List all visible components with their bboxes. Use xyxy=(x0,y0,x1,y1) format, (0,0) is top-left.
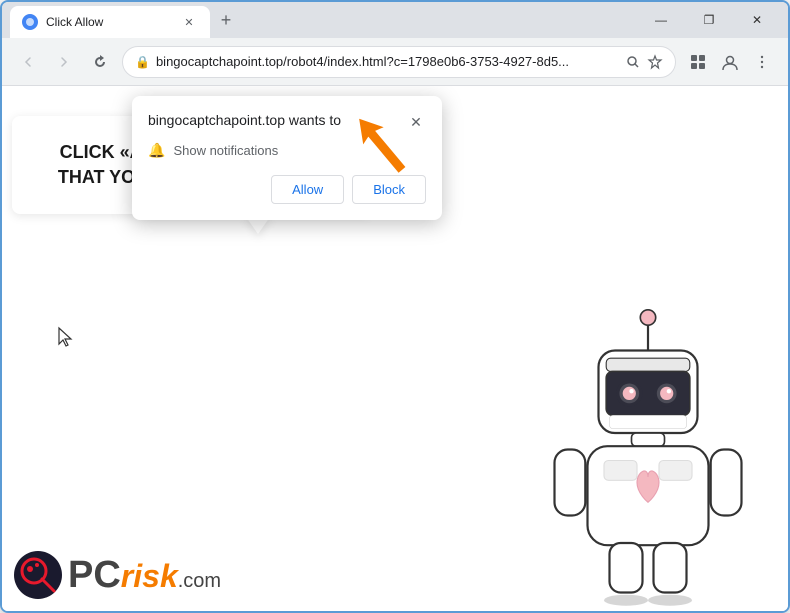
toolbar-icons xyxy=(684,48,776,76)
logo-magnifier xyxy=(12,549,64,601)
url-bar[interactable]: 🔒 bingocaptchapoint.top/robot4/index.htm… xyxy=(122,46,676,78)
forward-button[interactable] xyxy=(50,48,78,76)
robot-illustration xyxy=(538,301,758,601)
browser-window: Click Allow ✕ + — ❐ ✕ 🔒 bingocaptchapoin… xyxy=(0,0,790,613)
close-button[interactable]: ✕ xyxy=(734,2,780,38)
menu-button[interactable] xyxy=(748,48,776,76)
bell-icon: 🔔 xyxy=(148,142,165,159)
back-button[interactable] xyxy=(14,48,42,76)
title-bar: Click Allow ✕ + — ❐ ✕ xyxy=(2,2,788,38)
pcrisk-logo: PC risk .com xyxy=(12,549,221,601)
active-tab[interactable]: Click Allow ✕ xyxy=(10,6,210,38)
tab-area: Click Allow ✕ + xyxy=(10,2,634,38)
risk-text: risk xyxy=(121,558,178,595)
search-icon xyxy=(625,54,641,70)
pcrisk-text: PC risk .com xyxy=(68,554,221,597)
url-text: bingocaptchapoint.top/robot4/index.html?… xyxy=(156,54,619,69)
refresh-button[interactable] xyxy=(86,48,114,76)
tab-close-button[interactable]: ✕ xyxy=(180,13,198,31)
dotcom-text: .com xyxy=(178,570,221,593)
tab-favicon xyxy=(22,14,38,30)
address-bar: 🔒 bingocaptchapoint.top/robot4/index.htm… xyxy=(2,38,788,86)
star-icon xyxy=(647,54,663,70)
page-content: bingocaptchapoint.top wants to ✕ 🔔 Show … xyxy=(2,86,788,611)
minimize-button[interactable]: — xyxy=(638,2,684,38)
url-icons xyxy=(625,54,663,70)
orange-arrow xyxy=(342,106,422,186)
arrow-container xyxy=(342,106,422,191)
profile-button[interactable] xyxy=(716,48,744,76)
tab-title: Click Allow xyxy=(46,15,172,29)
allow-button[interactable]: Allow xyxy=(271,175,344,204)
pc-text: PC xyxy=(68,554,121,597)
lock-icon: 🔒 xyxy=(135,55,150,69)
popup-notification-label: Show notifications xyxy=(173,143,278,158)
extensions-button[interactable] xyxy=(684,48,712,76)
popup-site-text: bingocaptchapoint.top wants to xyxy=(148,112,341,128)
maximize-button[interactable]: ❐ xyxy=(686,2,732,38)
new-tab-button[interactable]: + xyxy=(212,6,240,34)
robot-svg xyxy=(538,301,758,609)
window-controls: — ❐ ✕ xyxy=(638,2,780,38)
